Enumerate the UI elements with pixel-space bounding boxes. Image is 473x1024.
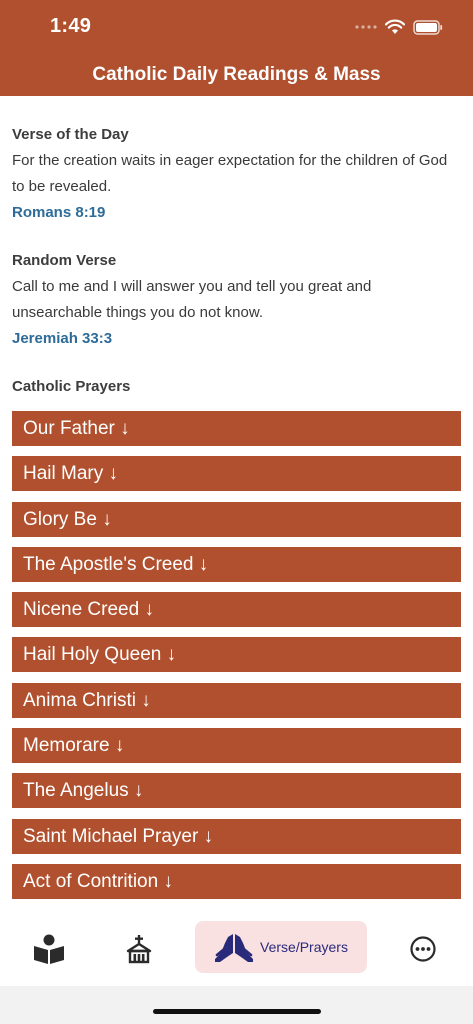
prayer-button-angelus[interactable]: The Angelus ↓	[12, 773, 461, 809]
prayer-button-apostles-creed[interactable]: The Apostle's Creed ↓	[12, 546, 461, 582]
tab-more[interactable]	[400, 912, 446, 986]
more-icon	[410, 936, 436, 962]
status-icons	[355, 17, 443, 37]
prayer-button-hail-holy-queen[interactable]: Hail Holy Queen ↓	[12, 637, 461, 673]
tab-verse-prayers-label: Verse/Prayers	[260, 939, 348, 955]
wifi-icon	[385, 19, 405, 34]
prayer-button-hail-mary[interactable]: Hail Mary ↓	[12, 456, 461, 492]
prayer-button-glory-be[interactable]: Glory Be ↓	[12, 501, 461, 537]
random-verse-heading: Random Verse	[12, 252, 117, 269]
verse-of-the-day-heading: Verse of the Day	[12, 126, 129, 143]
status-bar: 1:49	[0, 0, 473, 54]
verse-of-the-day-text: For the creation waits in eager expectat…	[12, 152, 448, 195]
prayer-button-memorare[interactable]: Memorare ↓	[12, 728, 461, 764]
verse-of-the-day-reference[interactable]: Romans 8:19	[12, 204, 105, 221]
home-indicator-area	[0, 986, 473, 1024]
home-indicator[interactable]	[153, 1009, 321, 1014]
prayer-list: Our Father ↓ Hail Mary ↓ Glory Be ↓ The …	[12, 411, 462, 909]
prayer-button-anima-christi[interactable]: Anima Christi ↓	[12, 682, 461, 718]
random-verse-text: Call to me and I will answer you and tel…	[12, 278, 372, 321]
signal-icon	[355, 25, 377, 29]
page-title: Catholic Daily Readings & Mass	[92, 64, 381, 85]
prayer-button-act-of-contrition[interactable]: Act of Contrition ↓	[12, 863, 461, 899]
prayer-button-our-father[interactable]: Our Father ↓	[12, 411, 461, 446]
battery-icon	[413, 19, 443, 35]
church-icon	[126, 935, 152, 964]
tab-bar: Verse/Prayers	[0, 912, 473, 986]
random-verse-reference[interactable]: Jeremiah 33:3	[12, 330, 112, 347]
praying-hands-icon	[215, 934, 254, 962]
tab-verse-prayers[interactable]: Verse/Prayers	[195, 921, 367, 973]
prayer-button-saint-michael[interactable]: Saint Michael Prayer ↓	[12, 818, 461, 854]
status-time: 1:49	[50, 15, 92, 37]
tab-readings[interactable]	[26, 912, 72, 986]
prayer-button-nicene-creed[interactable]: Nicene Creed ↓	[12, 592, 461, 628]
app-header: 1:49 Catholic Daily Readings & Mass	[0, 0, 473, 96]
book-reader-icon	[34, 934, 64, 964]
catholic-prayers-heading: Catholic Prayers	[12, 378, 131, 395]
tab-mass[interactable]	[116, 912, 162, 986]
